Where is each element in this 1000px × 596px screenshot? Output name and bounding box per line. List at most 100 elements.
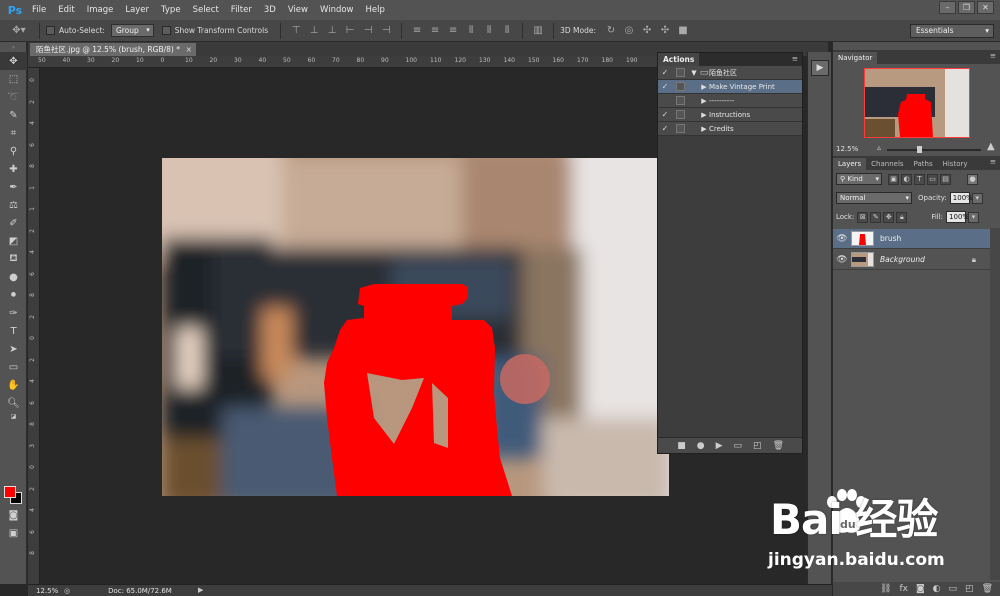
eraser-tool-icon[interactable]: ◩ [0,232,27,250]
menu-help[interactable]: Help [360,0,391,20]
checkmark-icon[interactable]: ✓ [658,68,672,77]
distribute-right-icon[interactable]: ⦀ [501,25,513,37]
lasso-tool-icon[interactable]: ➰ [0,88,27,106]
filter-shape-icon[interactable]: ▭ [927,173,938,185]
status-menu-arrow-icon[interactable]: ▶ [198,586,203,594]
action-row[interactable]: ▶ ---------- [658,94,802,108]
tab-navigator[interactable]: Navigator [833,52,878,64]
3d-roll-icon[interactable]: ◎ [623,25,635,37]
new-layer-icon[interactable]: ◰ [965,584,974,594]
actions-tab[interactable]: Actions [658,53,700,66]
brush-tool-icon[interactable]: ✒ [0,178,27,196]
panel-menu-icon[interactable]: ≡ [990,157,996,166]
checkmark-icon[interactable]: ✓ [658,124,672,133]
dialog-toggle[interactable] [676,124,685,133]
3d-slide-icon[interactable]: ✣ [659,25,671,37]
clone-stamp-tool-icon[interactable]: ⚖ [0,196,27,214]
trash-icon[interactable]: 🗑︎ [773,441,784,451]
move-tool-preset-icon[interactable]: ✥▾ [8,25,30,37]
distribute-bottom-icon[interactable]: ≡ [447,25,459,37]
panel-menu-icon[interactable]: ≡ [990,51,996,60]
workspace-dropdown[interactable]: Essentials [910,24,994,38]
minimize-button[interactable]: – [939,1,956,14]
filter-kind-dropdown[interactable]: ⚲ Kind [836,173,882,185]
healing-brush-tool-icon[interactable]: ✚ [0,160,27,178]
hand-tool-icon[interactable]: ✋ [0,376,27,394]
tab-paths[interactable]: Paths [909,158,938,170]
layer-style-icon[interactable]: fx [899,584,908,594]
dodge-tool-icon[interactable]: ⚫ [0,286,27,304]
trash-icon[interactable]: 🗑︎ [982,584,993,594]
lock-image-icon[interactable]: ✎ [870,211,882,223]
crop-tool-icon[interactable]: ⌗ [0,124,27,142]
menu-image[interactable]: Image [81,0,120,20]
foreground-color-swatch[interactable] [4,486,16,498]
visibility-eye-icon[interactable]: 👁︎ [833,234,851,244]
opacity-dropdown-icon[interactable]: ▾ [971,192,983,204]
restore-button[interactable]: ❐ [958,1,975,14]
align-bottom-icon[interactable]: ⊥ [326,25,338,37]
type-tool-icon[interactable]: T [0,322,27,340]
tab-channels[interactable]: Channels [866,158,908,170]
distribute-left-icon[interactable]: ⦀ [465,25,477,37]
layers-scrollbar[interactable] [990,228,1000,580]
filter-type-icon[interactable]: T [914,173,925,185]
zoom-tool-icon[interactable]: 🔍︎ [0,394,27,412]
checkmark-icon[interactable]: ✓ [658,82,672,91]
menu-filter[interactable]: Filter [225,0,258,20]
3d-rotate-icon[interactable]: ↻ [605,25,617,37]
history-brush-tool-icon[interactable]: ✐ [0,214,27,232]
fill-field[interactable]: 100% [946,211,969,223]
align-hcenter-icon[interactable]: ⊣ [362,25,374,37]
navigator-zoom-slider[interactable] [887,149,981,151]
close-tab-icon[interactable]: × [186,43,192,56]
navigator-zoom-value[interactable]: 12.5% [836,145,858,153]
layer-row-brush[interactable]: 👁︎ brush [833,229,990,249]
navigator-zoom-knob[interactable] [917,146,922,153]
action-row[interactable]: ✓ ▶ Instructions [658,108,802,122]
menu-3d[interactable]: 3D [258,0,282,20]
auto-select-dropdown[interactable]: Group [110,24,154,37]
action-row[interactable]: ✓ ▶ Credits [658,122,802,136]
menu-select[interactable]: Select [187,0,225,20]
show-transform-checkbox[interactable] [161,26,171,35]
action-row[interactable]: ✓ ▶ Make Vintage Print [658,80,802,94]
blur-tool-icon[interactable]: ● [0,268,27,286]
align-vcenter-icon[interactable]: ⊥ [308,25,320,37]
new-set-icon[interactable]: ▭ [734,441,743,451]
eyedropper-tool-icon[interactable]: ⚲ [0,142,27,160]
layer-row-background[interactable]: 👁︎ Background 🔒︎ [833,250,990,270]
expand-down-icon[interactable]: ▼ [689,69,699,77]
lock-all-icon[interactable]: 🔒︎ [896,211,908,223]
dialog-toggle[interactable] [676,96,685,105]
panel-menu-icon[interactable]: ≡ [792,54,798,63]
default-colors-icon[interactable]: ◪ [0,412,27,420]
menu-type[interactable]: Type [155,0,187,20]
menu-layer[interactable]: Layer [119,0,155,20]
status-zoom-value[interactable]: 12.5% [36,587,66,595]
checkmark-icon[interactable]: ✓ [658,110,672,119]
distribute-hcenter-icon[interactable]: ⦀ [483,25,495,37]
new-action-icon[interactable]: ◰ [753,441,762,451]
tab-layers[interactable]: Layers [833,158,867,170]
menu-view[interactable]: View [282,0,314,20]
3d-scale-icon[interactable]: ■ [677,25,689,37]
menu-file[interactable]: File [26,0,52,20]
visibility-eye-icon[interactable]: 👁︎ [833,255,851,265]
auto-align-icon[interactable]: ▥ [532,25,544,37]
play-icon[interactable]: ▶ [716,441,723,451]
move-tool-icon[interactable]: ✥ [0,52,27,70]
lock-position-icon[interactable]: ✥ [883,211,895,223]
path-selection-tool-icon[interactable]: ➤ [0,340,27,358]
expand-right-icon[interactable]: ▶ [699,125,709,133]
link-layers-icon[interactable]: ⛓ [880,584,891,594]
menu-edit[interactable]: Edit [52,0,80,20]
expand-right-icon[interactable]: ▶ [699,111,709,119]
pen-tool-icon[interactable]: ✑ [0,304,27,322]
document-tab[interactable]: 陌鱼社区.jpg @ 12.5% (brush, RGB/8) * × [30,43,196,56]
layer-mask-icon[interactable]: ◙ [916,584,925,594]
share-icon[interactable]: ◎ [64,587,70,595]
navigator-thumbnail[interactable] [864,68,970,138]
dialog-toggle[interactable] [676,68,685,77]
shape-tool-icon[interactable]: ▭ [0,358,27,376]
